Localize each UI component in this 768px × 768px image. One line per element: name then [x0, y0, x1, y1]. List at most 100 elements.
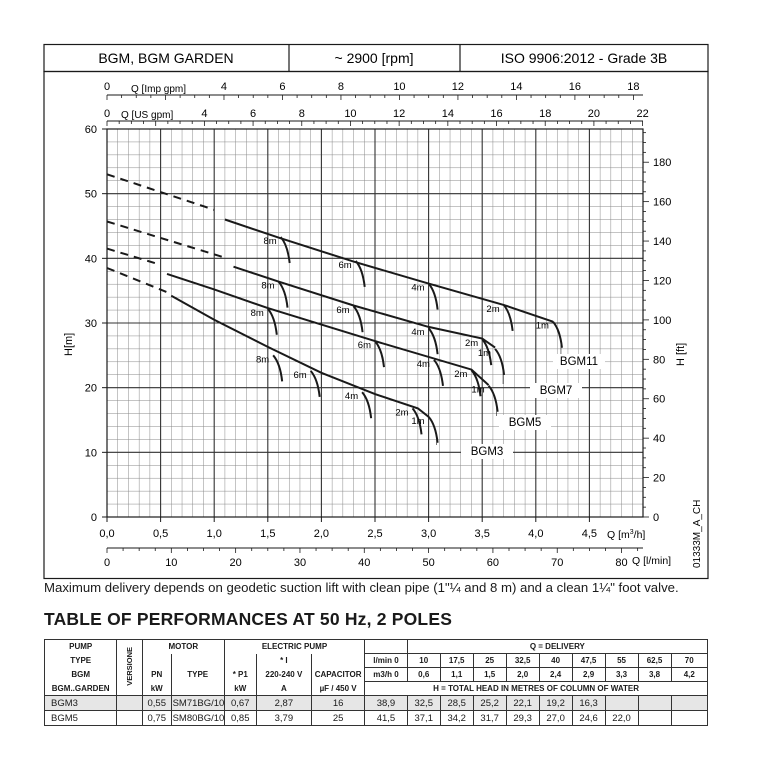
suction-label: 4m: [411, 283, 424, 294]
x-tick-label: 3,0: [421, 528, 436, 540]
th-kw2: kW: [223, 681, 257, 696]
axis-us-gpm: 0 4 6 8 10 12 14 16 18 20 22: [104, 108, 649, 126]
suction-limit-curve: [502, 304, 514, 332]
cell-cap: 25: [311, 710, 366, 726]
suction-label: 2m: [486, 304, 499, 315]
cell-h: [637, 710, 672, 726]
cell-i: 2,87: [255, 695, 313, 711]
suction-limit-curve: [277, 280, 289, 308]
cell-h: 29,3: [505, 710, 540, 726]
lmin-tick-label: 30: [294, 557, 306, 569]
cell-p1: 0,85: [223, 710, 257, 726]
footnote: Maximum delivery depends on geodetic suc…: [44, 580, 679, 595]
imp-gpm-tick-label: 14: [510, 81, 522, 93]
ft-tick-label: 60: [653, 394, 665, 406]
lmin-axis-label: Q [l/min]: [632, 555, 671, 567]
th-type2: TYPE: [170, 667, 225, 682]
curve-label: BGM11: [560, 356, 598, 368]
cell-cap: 16: [311, 695, 366, 711]
y-tick-label: 40: [85, 253, 97, 265]
m3h-axis-label: Q [m3/h]: [607, 529, 645, 541]
y-tick-label: 30: [85, 318, 97, 330]
drawing-code: 01333M_A_CH: [692, 500, 703, 568]
suction-label: 4m: [417, 359, 430, 370]
y-tick-label: 0: [91, 512, 97, 524]
m3h-3: 2,0: [505, 667, 540, 682]
curve-dashed: [106, 247, 161, 266]
th-m3h: m3/h 0: [364, 667, 408, 682]
th-motor: MOTOR: [141, 639, 225, 654]
suction-label: 1m: [411, 416, 424, 427]
th-i: * I: [255, 653, 313, 668]
cell-h: 22,1: [505, 695, 540, 711]
suction-label: 6m: [293, 370, 306, 381]
suction-label: 2m: [454, 369, 467, 380]
th-kw: kW: [141, 681, 172, 696]
cell-h: 38,9: [364, 695, 408, 711]
performance-chart: BGM, BGM GARDEN ~ 2900 [rpm] ISO 9906:20…: [43, 43, 709, 580]
suction-label: 6m: [339, 260, 352, 271]
x-tick-label: 0,5: [153, 528, 168, 540]
lmin-tick-label: 0: [104, 557, 110, 569]
m3h-6: 3,3: [604, 667, 639, 682]
suction-limit-curve: [427, 416, 439, 443]
th-cap-unit: µF / 450 V: [311, 681, 366, 696]
suction-label: 8m: [261, 281, 274, 292]
lmin-tick-label: 70: [551, 557, 563, 569]
th-type: TYPE: [43, 653, 118, 668]
us-gpm-tick-label: 6: [250, 108, 256, 120]
suction-limit-curve: [427, 282, 439, 310]
table-row: BGM3 0,55 SM71BG/1055 0,67 2,87 16 38,9 …: [43, 695, 708, 711]
us-gpm-tick-label: 18: [539, 108, 551, 120]
cell-h: [637, 695, 672, 711]
lmin-tick-label: 60: [487, 557, 499, 569]
imp-gpm-axis-label: Q [Imp gpm]: [131, 84, 186, 95]
lmin-2: 25: [472, 653, 507, 668]
us-gpm-tick-label: 0: [104, 108, 110, 120]
table-row: BGM5 0,75 SM80BG/1075 0,85 3,79 25 41,5 …: [43, 710, 708, 726]
imp-gpm-tick-label: 16: [569, 81, 581, 93]
lmin-tick-label: 20: [230, 557, 242, 569]
cell-h: 31,7: [472, 710, 507, 726]
lmin-tick-label: 40: [358, 557, 370, 569]
y-tick-label: 50: [85, 189, 97, 201]
m3h-7: 3,8: [637, 667, 672, 682]
ft-tick-label: 180: [653, 157, 671, 169]
cell-type: SM80BG/1075: [170, 710, 225, 726]
lmin-tick-label: 80: [615, 557, 627, 569]
curve-label: BGM3: [471, 446, 504, 458]
th-q: Q = DELIVERY: [406, 639, 709, 654]
cell-h: 25,2: [472, 695, 507, 711]
imp-gpm-tick-label: 18: [627, 81, 639, 93]
suction-label: 2m: [395, 407, 408, 418]
ft-tick-label: 140: [653, 236, 671, 248]
y-axis-label-m: H[m]: [63, 333, 75, 356]
x-tick-label: 4,0: [528, 528, 543, 540]
lmin-tick-label: 10: [165, 557, 177, 569]
performance-table: PUMP VERSIONE MOTOR ELECTRIC PUMP Q = DE…: [43, 639, 709, 726]
us-gpm-tick-label: 12: [393, 108, 405, 120]
imp-gpm-tick-label: 6: [279, 81, 285, 93]
m3h-5: 2,9: [571, 667, 606, 682]
cell-h: 24,6: [571, 710, 606, 726]
imp-gpm-tick-label: 10: [393, 81, 405, 93]
cell-pump: BGM3: [43, 695, 118, 711]
cell-h: 32,5: [406, 695, 441, 711]
th-head: H = TOTAL HEAD IN METRES OF COLUMN OF WA…: [364, 681, 708, 696]
th-voltage: 220-240 V: [255, 667, 313, 682]
m3h-0: 0,6: [406, 667, 441, 682]
x-tick-label: 3,5: [475, 528, 490, 540]
suction-limit-curve: [427, 327, 439, 355]
ft-tick-label: 100: [653, 315, 671, 327]
x-tick-label: 4,5: [582, 528, 597, 540]
curve-label: BGM7: [540, 385, 573, 397]
us-gpm-tick-label: 20: [588, 108, 600, 120]
cell-h: 34,2: [439, 710, 474, 726]
us-gpm-tick-label: 14: [442, 108, 454, 120]
th-p1: * P1: [223, 667, 257, 682]
axis-lmin: 0 10 20 30 40 50 60 70 80: [104, 547, 643, 569]
axis-m3h: 0,0 0,5 1,0 1,5 2,0 2,5 3,0 3,5 4,0 4,5: [99, 517, 597, 540]
cell-h: 41,5: [364, 710, 408, 726]
ft-tick-label: 80: [653, 354, 665, 366]
m3h-1: 1,1: [439, 667, 474, 682]
